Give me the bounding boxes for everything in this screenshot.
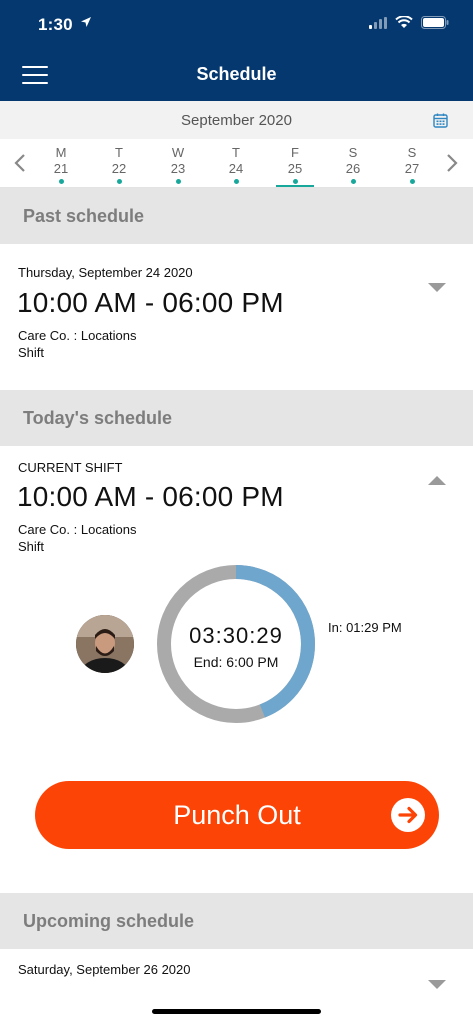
shift-end-time: End: 6:00 PM: [193, 654, 279, 670]
battery-icon: [421, 16, 449, 29]
location-arrow-icon: [81, 17, 91, 27]
day-name: M: [55, 145, 67, 160]
day-wednesday[interactable]: W 23: [158, 145, 198, 184]
day-date: 26: [345, 161, 361, 176]
day-name: S: [407, 145, 417, 160]
day-name: T: [232, 145, 240, 160]
day-date: 27: [404, 161, 420, 176]
expand-chevron-icon[interactable]: [428, 283, 446, 292]
calendar-icon[interactable]: [433, 113, 448, 128]
past-schedule-header: Past schedule: [0, 188, 473, 244]
month-label: September 2020: [181, 112, 292, 129]
day-date: 22: [111, 161, 127, 176]
today-schedule-header: Today's schedule: [0, 390, 473, 446]
day-sunday[interactable]: S 27: [392, 145, 432, 184]
day-date: 24: [228, 161, 244, 176]
schedule-dot: [116, 179, 122, 184]
day-thursday[interactable]: T 24: [216, 145, 256, 184]
avatar: [76, 615, 134, 673]
schedule-dot: [292, 179, 298, 184]
day-name: F: [291, 145, 299, 160]
day-date: 21: [53, 161, 69, 176]
schedule-dot: [350, 179, 356, 184]
week-strip: M 21 T 22 W 23 T 24 F 25 S 26 S 27: [0, 139, 473, 188]
day-name: S: [348, 145, 358, 160]
status-time: 1:30: [38, 15, 73, 34]
day-monday[interactable]: M 21: [41, 145, 81, 184]
past-shift-company: Care Co. : Locations: [18, 328, 137, 343]
current-shift-company: Care Co. : Locations: [18, 522, 137, 537]
selected-day-underline: [276, 185, 314, 187]
chevron-right-icon[interactable]: [446, 153, 458, 173]
day-name: W: [171, 145, 185, 160]
arrow-right-circle-icon: [391, 798, 425, 832]
chevron-left-icon[interactable]: [14, 153, 26, 173]
punch-out-button[interactable]: Punch Out: [35, 781, 439, 849]
schedule-dot: [409, 179, 415, 184]
punch-in-time: In: 01:29 PM: [328, 620, 402, 635]
current-shift-time: 10:00 AM - 06:00 PM: [17, 481, 284, 512]
app-header: 1:30 Schedule: [0, 0, 473, 101]
past-shift-time: 10:00 AM - 06:00 PM: [17, 287, 284, 318]
past-shift-date: Thursday, September 24 2020: [18, 265, 193, 280]
schedule-dot: [233, 179, 239, 184]
section-title: Past schedule: [23, 206, 145, 226]
day-tuesday[interactable]: T 22: [99, 145, 139, 184]
day-date: 23: [170, 161, 186, 176]
section-title: Today's schedule: [23, 408, 172, 428]
past-shift-type: Shift: [18, 345, 45, 360]
day-saturday[interactable]: S 26: [333, 145, 373, 184]
punch-out-label: Punch Out: [173, 800, 301, 830]
day-date: 25: [287, 161, 303, 176]
schedule-dot: [175, 179, 181, 184]
upcoming-schedule-header: Upcoming schedule: [0, 893, 473, 949]
current-shift-label: CURRENT SHIFT: [18, 460, 123, 475]
current-shift-type: Shift: [18, 539, 45, 554]
collapse-chevron-icon[interactable]: [428, 476, 446, 485]
signal-icon: [369, 16, 387, 29]
day-name: T: [115, 145, 123, 160]
person-photo-icon: [76, 615, 134, 673]
schedule-dot: [58, 179, 64, 184]
month-bar: September 2020: [0, 101, 473, 139]
wifi-icon: [395, 16, 413, 28]
day-friday-selected[interactable]: F 25: [275, 145, 315, 187]
section-title: Upcoming schedule: [23, 911, 195, 931]
upcoming-shift-date: Saturday, September 26 2020: [18, 962, 191, 977]
elapsed-timer: 03:30:29: [189, 623, 283, 648]
page-title: Schedule: [196, 64, 277, 84]
home-indicator[interactable]: [152, 1009, 321, 1014]
expand-chevron-icon[interactable]: [428, 980, 446, 989]
status-icons: [369, 16, 449, 29]
